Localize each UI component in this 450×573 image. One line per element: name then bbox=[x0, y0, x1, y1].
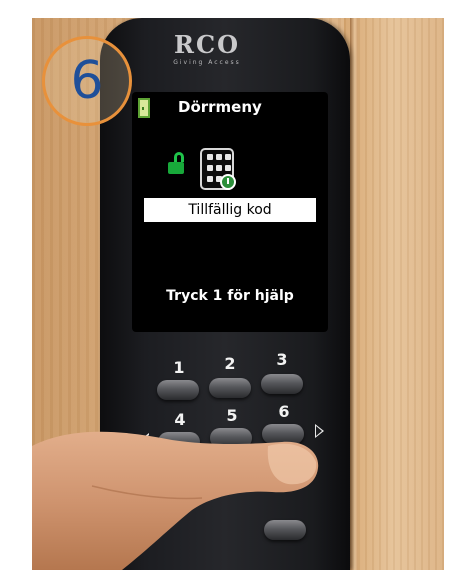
photo: RCO Giving Access Dörrmeny Tillfällig ko… bbox=[32, 18, 444, 570]
screen-title: Dörrmeny bbox=[178, 98, 262, 116]
key-2[interactable] bbox=[209, 378, 251, 398]
key-label-3: 3 bbox=[276, 350, 288, 369]
brand-logo: RCO bbox=[174, 30, 240, 59]
help-text: Tryck 1 för hjälp bbox=[166, 288, 294, 304]
menu-option-temporary-code[interactable]: Tillfällig kod bbox=[144, 198, 316, 222]
finger-hand bbox=[32, 431, 319, 570]
key-label-6: 6 bbox=[278, 402, 290, 421]
key-label-1: 1 bbox=[173, 358, 185, 377]
step-badge: 6 bbox=[42, 36, 132, 126]
step-number: 6 bbox=[70, 51, 104, 111]
door-frame-edge bbox=[350, 18, 358, 570]
wooden-wall bbox=[344, 18, 444, 570]
door-icon bbox=[138, 98, 150, 118]
key-3[interactable] bbox=[261, 374, 303, 394]
key-1[interactable] bbox=[157, 380, 199, 400]
clock-icon bbox=[220, 174, 236, 190]
key-label-2: 2 bbox=[224, 354, 236, 373]
unlock-icon bbox=[168, 152, 184, 174]
key-label-5: 5 bbox=[226, 406, 238, 425]
brand-tagline: Giving Access bbox=[173, 59, 241, 66]
reader-screen: Dörrmeny Tillfällig kod Tryck 1 för hjäl… bbox=[132, 92, 328, 332]
